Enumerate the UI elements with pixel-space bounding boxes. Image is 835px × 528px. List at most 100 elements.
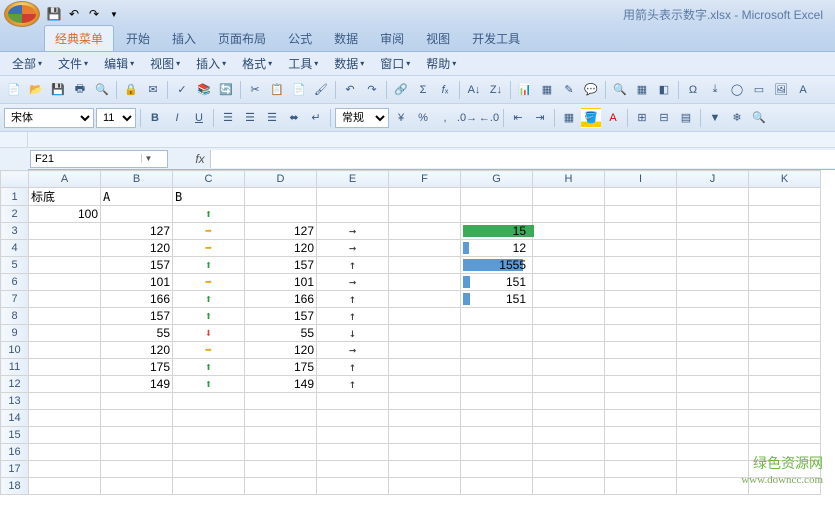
cell-E13[interactable] <box>317 393 389 410</box>
cell-D2[interactable] <box>245 206 317 223</box>
cell-I14[interactable] <box>605 410 677 427</box>
cell-J4[interactable] <box>677 240 749 257</box>
open-icon[interactable]: 📂 <box>26 80 46 100</box>
insert-cells-icon[interactable]: ⊞ <box>632 108 652 128</box>
comment-icon[interactable]: 💬 <box>581 80 601 100</box>
function-icon[interactable]: fₓ <box>435 80 455 100</box>
cell-J2[interactable] <box>677 206 749 223</box>
number-format-select[interactable]: 常规 <box>335 108 389 128</box>
cell-J12[interactable] <box>677 376 749 393</box>
cell-E3[interactable]: → <box>317 223 389 240</box>
col-header-A[interactable]: A <box>29 171 101 188</box>
decrease-decimal-icon[interactable]: ←.0 <box>479 108 499 128</box>
cell-E5[interactable]: ↑ <box>317 257 389 274</box>
cell-D14[interactable] <box>245 410 317 427</box>
borders-icon[interactable]: ▦ <box>559 108 579 128</box>
autofilter-icon[interactable]: ▼ <box>705 108 725 128</box>
cell-F12[interactable] <box>389 376 461 393</box>
cell-K12[interactable] <box>749 376 821 393</box>
cell-B14[interactable] <box>101 410 173 427</box>
increase-decimal-icon[interactable]: .0→ <box>457 108 477 128</box>
cell-A1[interactable]: 标底 <box>29 188 101 206</box>
cell-C11[interactable]: ⬆ <box>173 359 245 376</box>
undo-icon[interactable]: ↶ <box>66 6 82 22</box>
cell-H15[interactable] <box>533 427 605 444</box>
row-header-11[interactable]: 11 <box>1 359 29 376</box>
tab-3[interactable]: 页面布局 <box>208 26 276 51</box>
cell-B16[interactable] <box>101 444 173 461</box>
tab-2[interactable]: 插入 <box>162 26 206 51</box>
cell-B11[interactable]: 175 <box>101 359 173 376</box>
cell-B7[interactable]: 166 <box>101 291 173 308</box>
print-icon[interactable]: 🖶 <box>70 80 90 100</box>
cell-D4[interactable]: 120 <box>245 240 317 257</box>
cell-J10[interactable] <box>677 342 749 359</box>
cell-I13[interactable] <box>605 393 677 410</box>
comma-icon[interactable]: , <box>435 108 455 128</box>
cell-F17[interactable] <box>389 461 461 478</box>
row-header-14[interactable]: 14 <box>1 410 29 427</box>
cell-E1[interactable] <box>317 188 389 206</box>
cell-B18[interactable] <box>101 478 173 495</box>
col-header-E[interactable]: E <box>317 171 389 188</box>
cell-A4[interactable] <box>29 240 101 257</box>
cell-D5[interactable]: 157 <box>245 257 317 274</box>
name-box[interactable]: ▼ <box>30 150 168 168</box>
fill-color-icon[interactable]: 🪣 <box>581 108 601 128</box>
cell-C1[interactable]: B <box>173 188 245 206</box>
cell-K4[interactable] <box>749 240 821 257</box>
undo-icon[interactable]: ↶ <box>340 80 360 100</box>
cell-I1[interactable] <box>605 188 677 206</box>
row-header-4[interactable]: 4 <box>1 240 29 257</box>
menu-0[interactable]: 全部▾ <box>6 53 48 74</box>
cell-K9[interactable] <box>749 325 821 342</box>
row-header-15[interactable]: 15 <box>1 427 29 444</box>
chart-icon[interactable]: 📊 <box>515 80 535 100</box>
cell-E10[interactable]: → <box>317 342 389 359</box>
cell-F5[interactable] <box>389 257 461 274</box>
cell-B5[interactable]: 157 <box>101 257 173 274</box>
cell-J9[interactable] <box>677 325 749 342</box>
row-header-8[interactable]: 8 <box>1 308 29 325</box>
row-header-6[interactable]: 6 <box>1 274 29 291</box>
menu-2[interactable]: 编辑▾ <box>98 53 140 74</box>
align-right-icon[interactable]: ☰ <box>262 108 282 128</box>
cell-I7[interactable] <box>605 291 677 308</box>
save-icon[interactable]: 💾 <box>48 80 68 100</box>
cell-E8[interactable]: ↑ <box>317 308 389 325</box>
cell-J14[interactable] <box>677 410 749 427</box>
cell-E6[interactable]: → <box>317 274 389 291</box>
cell-H14[interactable] <box>533 410 605 427</box>
cell-C13[interactable] <box>173 393 245 410</box>
delete-cells-icon[interactable]: ⊟ <box>654 108 674 128</box>
select-all-corner[interactable] <box>1 171 29 188</box>
cell-C10[interactable]: ➡ <box>173 342 245 359</box>
cell-D13[interactable] <box>245 393 317 410</box>
row-header-1[interactable]: 1 <box>1 188 29 206</box>
cell-I16[interactable] <box>605 444 677 461</box>
cell-K11[interactable] <box>749 359 821 376</box>
cell-I12[interactable] <box>605 376 677 393</box>
cell-J16[interactable] <box>677 444 749 461</box>
cell-A17[interactable] <box>29 461 101 478</box>
cell-I9[interactable] <box>605 325 677 342</box>
cell-C4[interactable]: ➡ <box>173 240 245 257</box>
cell-C18[interactable] <box>173 478 245 495</box>
sort-asc-icon[interactable]: A↓ <box>464 80 484 100</box>
cell-B9[interactable]: 55 <box>101 325 173 342</box>
cell-F7[interactable] <box>389 291 461 308</box>
cell-K15[interactable] <box>749 427 821 444</box>
mail-icon[interactable]: ✉ <box>143 80 163 100</box>
tab-8[interactable]: 开发工具 <box>462 26 530 51</box>
cell-B12[interactable]: 149 <box>101 376 173 393</box>
cell-K13[interactable] <box>749 393 821 410</box>
cell-K7[interactable] <box>749 291 821 308</box>
cell-G17[interactable] <box>461 461 533 478</box>
cell-H16[interactable] <box>533 444 605 461</box>
cell-J11[interactable] <box>677 359 749 376</box>
fx-icon[interactable]: fx <box>190 152 210 166</box>
cell-F15[interactable] <box>389 427 461 444</box>
row-header-7[interactable]: 7 <box>1 291 29 308</box>
office-button[interactable] <box>4 1 40 27</box>
table-icon[interactable]: ▦ <box>632 80 652 100</box>
